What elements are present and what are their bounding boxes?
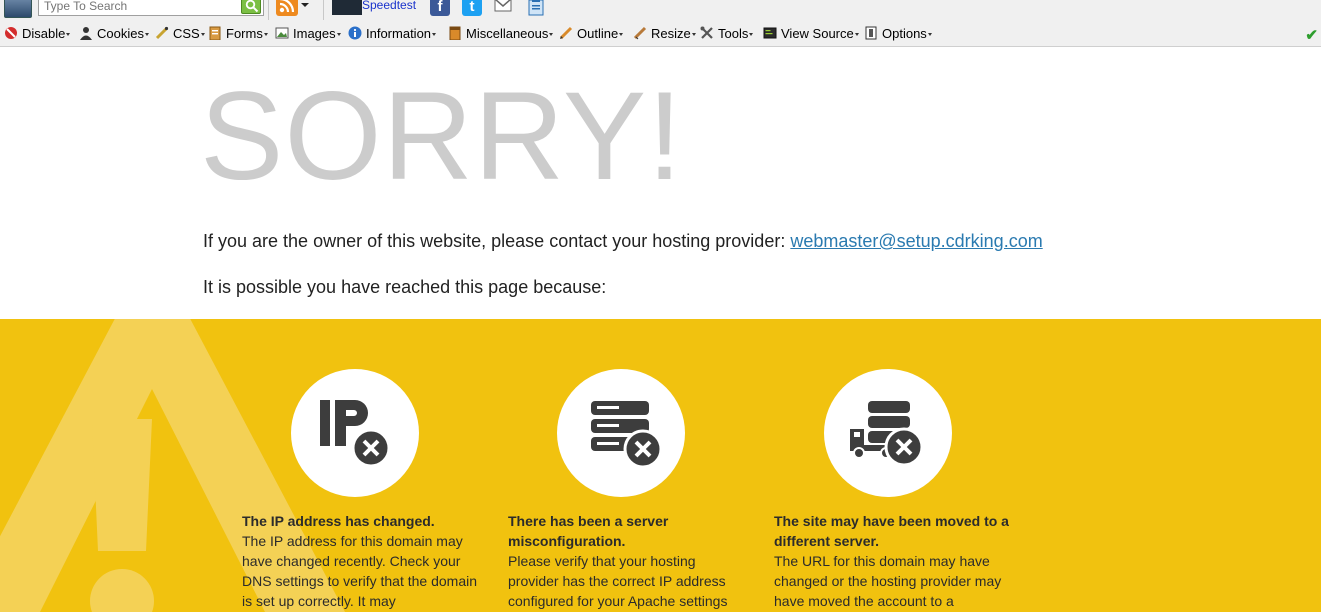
reason-title: The site may have been moved to a differ… <box>774 513 1009 549</box>
search-box[interactable] <box>38 0 264 16</box>
toolbar-divider <box>268 0 269 20</box>
rss-dropdown-icon[interactable] <box>301 3 309 7</box>
speedtest-icon[interactable] <box>332 0 362 15</box>
owner-contact-text: If you are the owner of this website, pl… <box>203 231 791 251</box>
reason-title: There has been a server misconfiguration… <box>508 513 669 549</box>
wd-menu-miscellaneous[interactable]: Miscellaneous <box>448 26 554 42</box>
disable-icon <box>5 27 17 39</box>
options-icon <box>865 26 877 40</box>
top-toolbar: Speedtest f t <box>0 0 1321 22</box>
wd-menu-css[interactable]: CSS <box>155 26 205 42</box>
ip-error-icon <box>291 369 419 497</box>
view-source-icon <box>763 27 777 39</box>
wd-menu-options[interactable]: Options <box>864 26 932 42</box>
facebook-icon[interactable]: f <box>430 0 450 16</box>
wd-menu-tools[interactable]: Tools <box>700 26 754 42</box>
toolbar-divider <box>323 0 324 20</box>
wd-menu-information[interactable]: Information <box>348 26 437 42</box>
wd-menu-resize[interactable]: Resize <box>633 26 696 42</box>
images-icon <box>275 27 289 39</box>
css-icon <box>155 26 169 40</box>
reasons-band: The IP address has changed. The IP addre… <box>0 319 1321 612</box>
owner-contact-line: If you are the owner of this website, pl… <box>203 231 1043 252</box>
outline-icon <box>559 26 573 40</box>
possible-reasons-intro: It is possible you have reached this pag… <box>203 277 607 297</box>
wd-menu-images[interactable]: Images <box>275 26 341 42</box>
reason-title: The IP address has changed. <box>242 513 435 529</box>
reason-body: Please verify that your hosting provider… <box>508 553 728 609</box>
reason-site-moved: The site may have been moved to a differ… <box>774 511 1009 611</box>
checkmark-icon[interactable]: ✔ <box>1305 26 1318 44</box>
information-icon <box>348 26 362 40</box>
cookies-icon <box>80 27 92 40</box>
contact-email-link[interactable]: webmaster@setup.cdrking.com <box>790 231 1042 251</box>
gmail-icon[interactable] <box>494 0 514 16</box>
server-moved-icon <box>824 369 952 497</box>
resize-icon <box>633 26 647 40</box>
search-input[interactable] <box>44 0 234 14</box>
wd-menu-disable[interactable]: Disable <box>4 26 71 42</box>
tools-icon <box>700 26 713 39</box>
reason-body: The URL for this domain may have changed… <box>774 553 1002 609</box>
clipboard-icon[interactable] <box>526 0 546 16</box>
twitter-icon[interactable]: t <box>462 0 482 16</box>
page-title: SORRY! <box>200 67 683 206</box>
forms-icon <box>209 26 221 40</box>
reason-ip-changed: The IP address has changed. The IP addre… <box>242 511 477 611</box>
speedtest-link[interactable]: Speedtest <box>362 0 416 12</box>
server-error-icon <box>557 369 685 497</box>
wd-menu-forms[interactable]: Forms <box>208 26 268 42</box>
wd-menu-outline[interactable]: Outline <box>559 26 624 42</box>
wd-menu-view-source[interactable]: View Source <box>763 26 859 42</box>
miscellaneous-icon <box>449 26 461 40</box>
web-developer-toolbar: Disable Cookies CSS Forms Images Informa… <box>0 22 1321 47</box>
rss-icon[interactable] <box>276 0 298 16</box>
reason-body: The IP address for this domain may have … <box>242 533 477 609</box>
reason-server-misconfiguration: There has been a server misconfiguration… <box>508 511 743 611</box>
app-icon[interactable] <box>4 0 32 18</box>
search-go-icon[interactable] <box>241 0 261 14</box>
wd-menu-cookies[interactable]: Cookies <box>79 26 149 42</box>
